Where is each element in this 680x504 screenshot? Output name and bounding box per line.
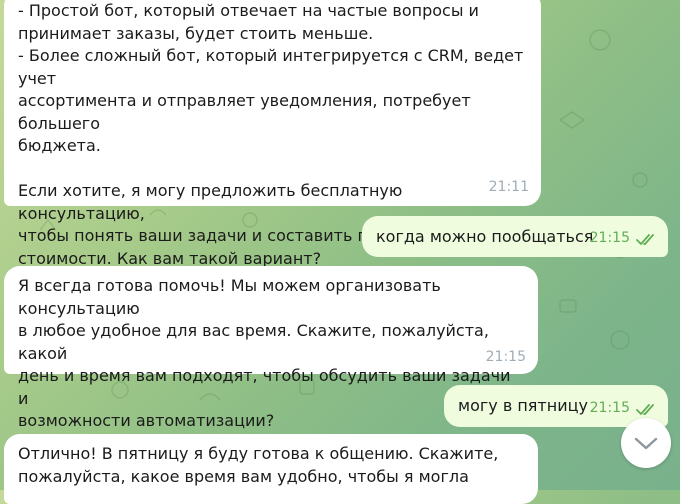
message-time: 21:11: [488, 178, 529, 195]
message-time: 21:15: [589, 399, 630, 416]
scroll-to-bottom-button[interactable]: [621, 418, 671, 468]
incoming-message-bubble[interactable]: - Простой бот, который отвечает на часты…: [4, 0, 541, 268]
double-check-icon: [636, 404, 654, 415]
message-text: Отлично! В пятницу я буду готова к общен…: [18, 444, 499, 486]
message-time: 21:15: [589, 229, 630, 246]
incoming-message-bubble[interactable]: Отлично! В пятницу я буду готова к общен…: [4, 434, 538, 504]
incoming-message-bubble[interactable]: Я всегда готова помочь! Мы можем организ…: [4, 266, 538, 430]
outgoing-message-bubble[interactable]: когда можно пообщаться 21:15: [362, 216, 668, 257]
chevron-down-icon: [634, 437, 658, 450]
double-check-icon: [636, 234, 654, 245]
message-time: 21:15: [485, 348, 526, 365]
